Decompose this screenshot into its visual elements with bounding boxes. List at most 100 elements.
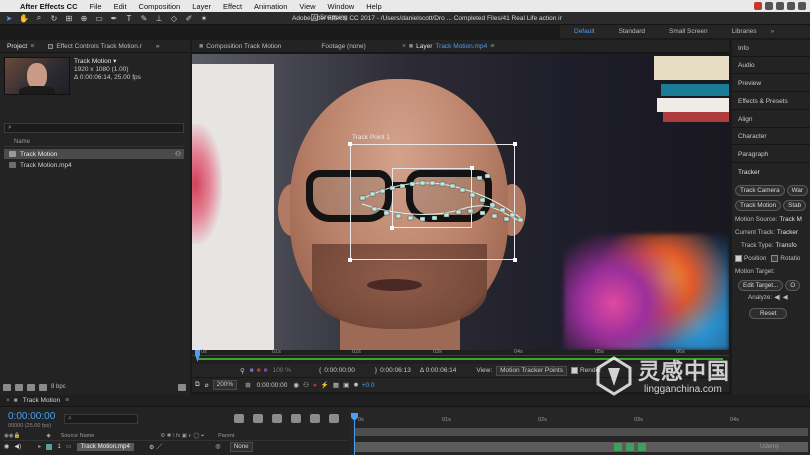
channel-icon[interactable]: ■ <box>250 367 254 374</box>
roto-tool-icon[interactable]: ✐ <box>183 13 195 23</box>
out-point-bracket-icon[interactable]: } <box>375 367 377 374</box>
channels-icon[interactable]: ● <box>313 382 317 389</box>
menu-layer[interactable]: Layer <box>186 2 217 11</box>
panel-effects-presets[interactable]: Effects & Presets <box>732 93 810 110</box>
switches-icon[interactable]: ⚙ ✱ \ fx ▣ ◐ ◯ ⌖ <box>160 433 204 440</box>
tray-eject-icon[interactable] <box>776 2 784 10</box>
tab-layer[interactable]: × ■ Layer Track Motion.mp4 ≡ <box>395 43 501 50</box>
layer-switches-icon[interactable]: ⚙ ／ <box>149 442 162 451</box>
pen-tool-icon[interactable]: ✒ <box>108 13 120 23</box>
clone-tool-icon[interactable]: ⊥ <box>153 13 165 23</box>
workspace-small-screen[interactable]: Small Screen <box>655 28 718 35</box>
fast-preview-icon[interactable]: ⚡ <box>321 381 329 389</box>
track-camera-button[interactable]: Track Camera <box>735 185 785 196</box>
close-icon[interactable]: × <box>6 397 10 404</box>
keyframe[interactable] <box>614 443 622 451</box>
layer-duration-bar[interactable] <box>354 442 808 452</box>
panel-menu-icon[interactable]: ≡ <box>30 43 34 50</box>
position-checkbox[interactable] <box>735 255 742 262</box>
panel-menu-icon[interactable]: ≡ <box>65 397 69 404</box>
camera-tool-icon[interactable]: ⊞ <box>63 13 75 23</box>
track-type-dropdown[interactable]: Transfo <box>776 242 797 249</box>
column-name-label[interactable]: Name <box>14 139 30 145</box>
warp-stabilizer-button[interactable]: War <box>786 185 808 196</box>
project-row-footage[interactable]: Track Motion.mp4 <box>4 160 184 170</box>
panel-align[interactable]: Align <box>732 111 810 128</box>
view-dropdown[interactable]: Motion Tracker Points <box>496 365 567 376</box>
parent-pickwhip-icon[interactable]: ◎ <box>215 443 220 450</box>
snapshot-icon[interactable]: ◉ <box>293 381 299 389</box>
tab-composition[interactable]: ■ Composition Track Motion <box>192 43 288 50</box>
exposure-icon[interactable]: ✹ <box>353 381 358 389</box>
panel-audio[interactable]: Audio <box>732 57 810 74</box>
project-search-input[interactable]: ⌕ <box>4 123 184 133</box>
workspace-default[interactable]: Default <box>560 28 605 35</box>
trash-icon[interactable] <box>178 383 186 391</box>
label-icon[interactable]: ◆ <box>46 433 50 440</box>
workspace-more-icon[interactable]: » <box>767 28 779 35</box>
rotate-tool-icon[interactable]: ↻ <box>48 13 60 23</box>
draft-3d-icon[interactable] <box>253 414 263 423</box>
in-point-bracket-icon[interactable]: { <box>319 367 321 374</box>
track-motion-button[interactable]: Track Motion <box>735 200 782 211</box>
eraser-tool-icon[interactable]: ◇ <box>168 13 180 23</box>
bpc-label[interactable]: 8 bpc <box>51 384 66 390</box>
exposure-value[interactable]: +0.0 <box>362 382 375 389</box>
frame-blending-icon[interactable] <box>291 414 301 423</box>
panel-character[interactable]: Character <box>732 128 810 145</box>
interpret-footage-icon[interactable] <box>3 383 11 391</box>
timeline-tab-label[interactable]: Track Motion <box>23 397 60 404</box>
rotation-checkbox[interactable] <box>771 255 779 262</box>
parent-dropdown[interactable]: None <box>229 441 253 452</box>
tray-dropbox-icon[interactable] <box>765 2 773 10</box>
tab-effect-controls[interactable]: Effect Controls Track Motion.r <box>41 43 149 50</box>
project-item-name[interactable]: Track Motion ▾ <box>74 58 141 66</box>
workspace-standard[interactable]: Standard <box>605 28 655 35</box>
tray-volume-icon[interactable] <box>798 2 806 10</box>
always-preview-icon[interactable]: ⧉ <box>195 381 200 389</box>
label-color-swatch[interactable] <box>46 443 53 450</box>
graph-editor-icon[interactable] <box>329 414 339 423</box>
menu-view[interactable]: View <box>293 2 321 11</box>
selection-tool-icon[interactable]: ➤ <box>3 13 15 23</box>
channel-icon[interactable]: ■ <box>257 367 261 374</box>
keyframe[interactable] <box>638 443 646 451</box>
timeline-layer-row[interactable]: ◉ ◀) ▸ 1 ▭ Track Motion.mp4 ⚙ ／ ◎ None <box>4 441 348 452</box>
shy-layers-icon[interactable] <box>272 414 282 423</box>
column-source-name[interactable]: Source Name <box>61 433 95 440</box>
reset-button[interactable]: Reset <box>749 308 788 319</box>
flowchart-icon[interactable]: ⚇ <box>175 150 181 158</box>
viewer-current-time[interactable]: 0:00:00:00 <box>257 382 288 389</box>
menu-window[interactable]: Window <box>322 2 361 11</box>
layer-viewer[interactable]: Track Point 1 <box>192 54 729 350</box>
panel-info[interactable]: Info <box>732 40 810 57</box>
av-features-icon[interactable]: ◉◉🔒 <box>4 433 20 440</box>
show-snapshot-icon[interactable]: ⚇ <box>303 381 309 389</box>
zoom-tool-icon[interactable]: ⌕ <box>33 13 45 23</box>
track-handle[interactable] <box>348 142 352 146</box>
playhead[interactable] <box>195 350 200 362</box>
tab-project[interactable]: Project ≡ <box>0 43 41 50</box>
zoom-dropdown[interactable]: 200% <box>212 380 238 390</box>
options-button[interactable]: O <box>785 280 801 291</box>
menu-file[interactable]: File <box>84 2 108 11</box>
lock-icon[interactable] <box>48 43 54 49</box>
new-folder-icon[interactable] <box>15 383 23 391</box>
pan-behind-tool-icon[interactable]: ⊕ <box>78 13 90 23</box>
column-parent[interactable]: Parent <box>218 433 234 440</box>
tab-footage[interactable]: Footage (none) <box>314 43 372 50</box>
stabilize-motion-button[interactable]: Stab <box>783 200 807 211</box>
motion-blur-icon[interactable] <box>310 414 320 423</box>
tray-wifi-icon[interactable] <box>787 2 795 10</box>
rectangle-tool-icon[interactable]: ▭ <box>93 13 105 23</box>
tray-app-icon[interactable] <box>754 2 762 10</box>
close-icon[interactable]: × <box>402 43 406 50</box>
puppet-icon[interactable]: ⚲ <box>240 367 245 375</box>
timeline-playhead[interactable] <box>351 413 358 455</box>
timeline-ruler[interactable]: 0s 01s 02s 03s 04s <box>350 408 810 455</box>
transparency-grid-icon[interactable]: ▦ <box>333 381 339 389</box>
audio-toggle-icon[interactable]: ◀) <box>14 443 21 450</box>
keyframe[interactable] <box>626 443 634 451</box>
grid-icon[interactable]: ⊞ <box>245 381 250 389</box>
menu-edit[interactable]: Edit <box>108 2 133 11</box>
